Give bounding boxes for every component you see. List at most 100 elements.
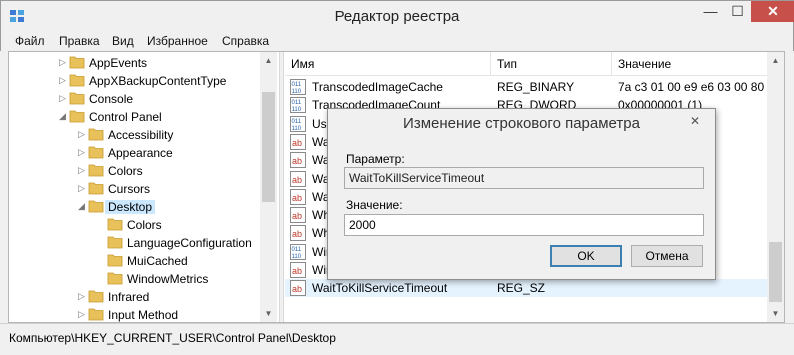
expand-arrow-icon[interactable]: ▷ [78, 291, 86, 302]
collapse-arrow-icon[interactable]: ◢ [78, 201, 86, 212]
tree-item[interactable]: MuiCached [9, 252, 259, 270]
string-value-icon: ab [290, 133, 306, 150]
tree-item[interactable]: WindowMetrics [9, 270, 259, 288]
svg-text:110: 110 [292, 126, 302, 132]
folder-icon [69, 110, 85, 123]
folder-icon [69, 56, 85, 69]
expand-arrow-icon[interactable]: ▷ [59, 57, 67, 68]
close-button[interactable]: ✕ [751, 1, 794, 22]
tree-item-label: Appearance [108, 146, 173, 160]
scroll-down-arrow-icon[interactable]: ▼ [767, 305, 784, 322]
svg-text:ab: ab [292, 229, 302, 239]
tree-item-label: Infrared [108, 290, 150, 304]
minimize-button[interactable]: — [697, 1, 724, 22]
menu-favorites[interactable]: Избранное [147, 34, 208, 48]
scroll-down-arrow-icon[interactable]: ▼ [260, 305, 277, 322]
dialog-close-button[interactable]: ✕ [683, 112, 707, 130]
menu-help[interactable]: Справка [222, 34, 269, 48]
menu-view[interactable]: Вид [112, 34, 134, 48]
scroll-up-arrow-icon[interactable]: ▲ [767, 52, 784, 69]
window-title: Редактор реестра [334, 8, 460, 25]
column-value[interactable]: Значение [612, 52, 772, 76]
tree-item[interactable]: ▷ Infrared [9, 288, 259, 306]
registry-path: Компьютер\HKEY_CURRENT_USER\Control Pane… [9, 331, 336, 345]
svg-text:011: 011 [292, 82, 302, 88]
tree-item-label: Console [89, 92, 134, 106]
scroll-up-arrow-icon[interactable]: ▲ [260, 52, 277, 69]
title-bar: Редактор реестра — ☐ ✕ [0, 0, 794, 30]
value-data-field[interactable]: 2000 [344, 214, 704, 236]
svg-text:ab: ab [292, 211, 302, 221]
binary-value-icon: 011110 [290, 243, 306, 260]
ok-button[interactable]: OK [550, 245, 622, 267]
expand-arrow-icon[interactable]: ▷ [78, 165, 86, 176]
svg-text:ab: ab [292, 284, 302, 294]
tree-scroll-thumb[interactable] [262, 92, 275, 202]
dialog-title: Изменение строкового параметра [403, 115, 640, 132]
svg-text:ab: ab [292, 156, 302, 166]
tree-item[interactable]: ▷ Input Method [9, 306, 259, 322]
expand-arrow-icon[interactable]: ▷ [78, 129, 86, 140]
expand-arrow-icon[interactable]: ▷ [59, 75, 67, 86]
folder-icon [69, 74, 85, 87]
tree-item-label: AppXBackupContentType [89, 74, 227, 88]
tree-item[interactable]: ▷ AppEvents [9, 54, 259, 72]
pane-splitter[interactable] [279, 52, 284, 322]
string-value-icon: ab [290, 152, 306, 169]
string-value-icon: ab [290, 170, 306, 187]
expand-arrow-icon[interactable]: ▷ [78, 183, 86, 194]
tree-item[interactable]: ◢ Desktop [9, 198, 259, 216]
tree-scrollbar[interactable]: ▲ ▼ [260, 52, 277, 322]
tree-item-label: Cursors [108, 182, 151, 196]
cancel-button[interactable]: Отмена [631, 245, 703, 267]
column-type[interactable]: Тип [491, 52, 612, 76]
menu-file[interactable]: Файл [15, 34, 45, 48]
svg-text:011: 011 [292, 119, 302, 125]
folder-icon [88, 164, 104, 177]
menu-edit[interactable]: Правка [59, 34, 100, 48]
tree-item-label: MuiCached [127, 254, 188, 268]
svg-text:011: 011 [292, 247, 302, 253]
expand-arrow-icon[interactable]: ▷ [59, 93, 67, 104]
tree-item[interactable]: LanguageConfiguration [9, 234, 259, 252]
binary-value-icon: 011110 [290, 97, 306, 114]
binary-value-icon: 011110 [290, 79, 306, 95]
folder-icon [107, 272, 123, 285]
tree-item-label: Input Method [108, 308, 179, 322]
status-bar: Компьютер\HKEY_CURRENT_USER\Control Pane… [0, 323, 794, 355]
tree-item[interactable]: ▷ Appearance [9, 144, 259, 162]
menu-bar: Файл Правка Вид Избранное Справка [0, 30, 794, 51]
tree-item[interactable]: ▷ Cursors [9, 180, 259, 198]
svg-text:110: 110 [292, 89, 302, 95]
expand-arrow-icon[interactable]: ▷ [78, 309, 86, 320]
tree-item-label: Colors [127, 218, 162, 232]
tree-item-label: Accessibility [108, 128, 174, 142]
tree-item-label: LanguageConfiguration [127, 236, 252, 250]
list-scrollbar[interactable]: ▲ ▼ [767, 52, 784, 322]
param-name-field[interactable]: WaitToKillServiceTimeout [344, 167, 704, 189]
list-scroll-thumb[interactable] [769, 242, 782, 302]
list-item[interactable]: ab WaitToKillServiceTimeout REG_SZ [285, 279, 767, 298]
svg-text:ab: ab [292, 138, 302, 148]
maximize-button[interactable]: ☐ [724, 1, 751, 22]
list-item[interactable]: 011 110 TranscodedImageCache REG_BINARY 7a c… [285, 78, 768, 96]
tree-item[interactable]: ▷ Accessibility [9, 126, 259, 144]
folder-icon [107, 218, 123, 231]
column-name[interactable]: Имя [285, 52, 491, 76]
folder-icon [88, 182, 104, 195]
svg-text:011: 011 [292, 100, 302, 106]
folder-icon [69, 92, 85, 105]
tree-item[interactable]: ◢ Control Panel [9, 108, 259, 126]
tree-item[interactable]: ▷ AppXBackupContentType [9, 72, 259, 90]
tree-item[interactable]: Colors [9, 216, 259, 234]
cell-type: REG_SZ [497, 281, 546, 296]
string-value-icon: ab [290, 262, 306, 278]
string-value-icon: ab [290, 225, 306, 242]
folder-icon [88, 290, 104, 303]
folder-icon [107, 254, 123, 267]
svg-text:ab: ab [292, 266, 302, 276]
collapse-arrow-icon[interactable]: ◢ [59, 111, 67, 122]
expand-arrow-icon[interactable]: ▷ [78, 147, 86, 158]
tree-item[interactable]: ▷ Colors [9, 162, 259, 180]
tree-item[interactable]: ▷ Console [9, 90, 259, 108]
